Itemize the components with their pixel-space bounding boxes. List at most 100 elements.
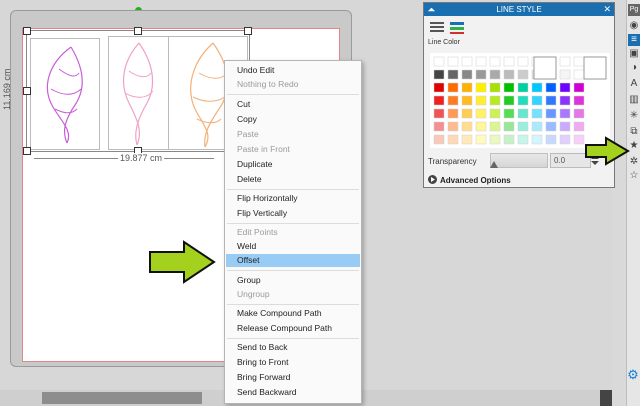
color-swatch[interactable]	[461, 82, 473, 93]
replicate-icon[interactable]: ✳	[628, 110, 640, 122]
scrollbar-thumb[interactable]	[42, 392, 202, 404]
settings-gear-icon[interactable]: ⚙	[626, 368, 640, 382]
color-swatch[interactable]	[503, 56, 515, 67]
resize-handle[interactable]	[244, 27, 252, 35]
line-style-tab-icon[interactable]	[428, 19, 468, 37]
color-swatch[interactable]	[517, 82, 529, 93]
color-swatch[interactable]	[433, 121, 445, 132]
menu-item-offset[interactable]: Offset	[237, 254, 260, 267]
color-swatch[interactable]	[559, 56, 571, 67]
color-swatch[interactable]	[475, 95, 487, 106]
color-swatch[interactable]	[461, 134, 473, 145]
color-swatch[interactable]	[433, 108, 445, 119]
color-swatch[interactable]	[545, 134, 557, 145]
selection-box[interactable]	[26, 30, 250, 152]
fill-color-icon[interactable]: ◉	[628, 20, 640, 32]
color-swatch[interactable]	[489, 108, 501, 119]
color-swatch[interactable]	[517, 56, 529, 67]
color-swatch[interactable]	[475, 82, 487, 93]
transparency-slider[interactable]	[490, 153, 548, 168]
color-swatch[interactable]	[573, 56, 585, 67]
menu-item-copy[interactable]: Copy	[237, 113, 257, 126]
color-swatch[interactable]	[545, 108, 557, 119]
color-swatch[interactable]	[559, 69, 571, 80]
page-setup-icon[interactable]: Pg	[628, 4, 640, 16]
color-swatch[interactable]	[447, 95, 459, 106]
color-swatch[interactable]	[531, 95, 543, 106]
color-swatch[interactable]	[573, 95, 585, 106]
menu-item-weld[interactable]: Weld	[237, 240, 256, 253]
color-swatch[interactable]	[461, 121, 473, 132]
menu-item-bring-forward[interactable]: Bring Forward	[237, 371, 290, 384]
color-swatch[interactable]	[447, 82, 459, 93]
color-swatch[interactable]	[489, 134, 501, 145]
color-swatch[interactable]	[545, 82, 557, 93]
color-swatch[interactable]	[531, 134, 543, 145]
color-swatch[interactable]	[573, 82, 585, 93]
color-swatch[interactable]	[433, 95, 445, 106]
menu-item-undo-edit[interactable]: Undo Edit	[237, 64, 274, 77]
color-swatch[interactable]	[447, 134, 459, 145]
color-swatch[interactable]	[503, 134, 515, 145]
color-swatch[interactable]	[433, 69, 445, 80]
resize-handle[interactable]	[134, 27, 142, 35]
color-swatch[interactable]	[503, 82, 515, 93]
color-swatch[interactable]	[475, 56, 487, 67]
menu-item-group[interactable]: Group	[237, 274, 261, 287]
color-swatch[interactable]	[489, 82, 501, 93]
color-swatch[interactable]	[461, 95, 473, 106]
menu-item-delete[interactable]: Delete	[237, 173, 262, 186]
star-outline-icon[interactable]: ☆	[628, 170, 640, 182]
line-style-icon[interactable]: ≡	[628, 34, 640, 46]
no-color-swatch[interactable]	[533, 56, 557, 80]
collapse-icon[interactable]	[427, 5, 436, 14]
color-swatch[interactable]	[545, 121, 557, 132]
menu-item-cut[interactable]: Cut	[237, 98, 250, 111]
advanced-options-toggle[interactable]: Advanced Options	[428, 175, 511, 185]
color-swatch[interactable]	[475, 121, 487, 132]
slider-thumb-icon[interactable]	[490, 161, 498, 168]
color-swatch[interactable]	[517, 134, 529, 145]
color-swatch[interactable]	[461, 108, 473, 119]
color-swatch[interactable]	[559, 134, 571, 145]
color-swatch[interactable]	[531, 121, 543, 132]
color-swatch[interactable]	[517, 121, 529, 132]
color-swatch[interactable]	[503, 108, 515, 119]
menu-item-flip-horizontally[interactable]: Flip Horizontally	[237, 192, 297, 205]
color-swatch[interactable]	[573, 108, 585, 119]
color-swatch[interactable]	[573, 121, 585, 132]
color-swatch[interactable]	[475, 134, 487, 145]
color-swatch[interactable]	[489, 95, 501, 106]
color-swatch[interactable]	[447, 108, 459, 119]
align-icon[interactable]: ▥	[628, 94, 640, 106]
color-swatch[interactable]	[447, 56, 459, 67]
color-swatch[interactable]	[447, 121, 459, 132]
text-style-icon[interactable]: A	[628, 78, 640, 90]
color-swatch[interactable]	[461, 56, 473, 67]
color-swatch[interactable]	[503, 69, 515, 80]
color-swatch[interactable]	[573, 134, 585, 145]
color-swatch[interactable]	[531, 108, 543, 119]
menu-item-duplicate[interactable]: Duplicate	[237, 158, 272, 171]
current-color-swatch[interactable]	[583, 56, 607, 80]
color-swatch[interactable]	[447, 69, 459, 80]
color-palette[interactable]	[430, 53, 610, 148]
menu-item-send-backward[interactable]: Send Backward	[237, 386, 297, 399]
menu-item-flip-vertically[interactable]: Flip Vertically	[237, 207, 287, 220]
fill-gradient-icon[interactable]: ▣	[628, 48, 640, 60]
color-swatch[interactable]	[545, 95, 557, 106]
color-swatch[interactable]	[559, 108, 571, 119]
color-swatch[interactable]	[461, 69, 473, 80]
menu-item-bring-to-front[interactable]: Bring to Front	[237, 356, 289, 369]
menu-item-release-compound-path[interactable]: Release Compound Path	[237, 322, 332, 335]
color-swatch[interactable]	[433, 82, 445, 93]
color-swatch[interactable]	[489, 56, 501, 67]
menu-item-make-compound-path[interactable]: Make Compound Path	[237, 307, 322, 320]
color-swatch[interactable]	[559, 82, 571, 93]
color-swatch[interactable]	[517, 108, 529, 119]
transform-icon[interactable]: ◑	[628, 62, 640, 74]
color-swatch[interactable]	[503, 121, 515, 132]
color-swatch[interactable]	[475, 108, 487, 119]
color-swatch[interactable]	[517, 69, 529, 80]
color-swatch[interactable]	[433, 56, 445, 67]
